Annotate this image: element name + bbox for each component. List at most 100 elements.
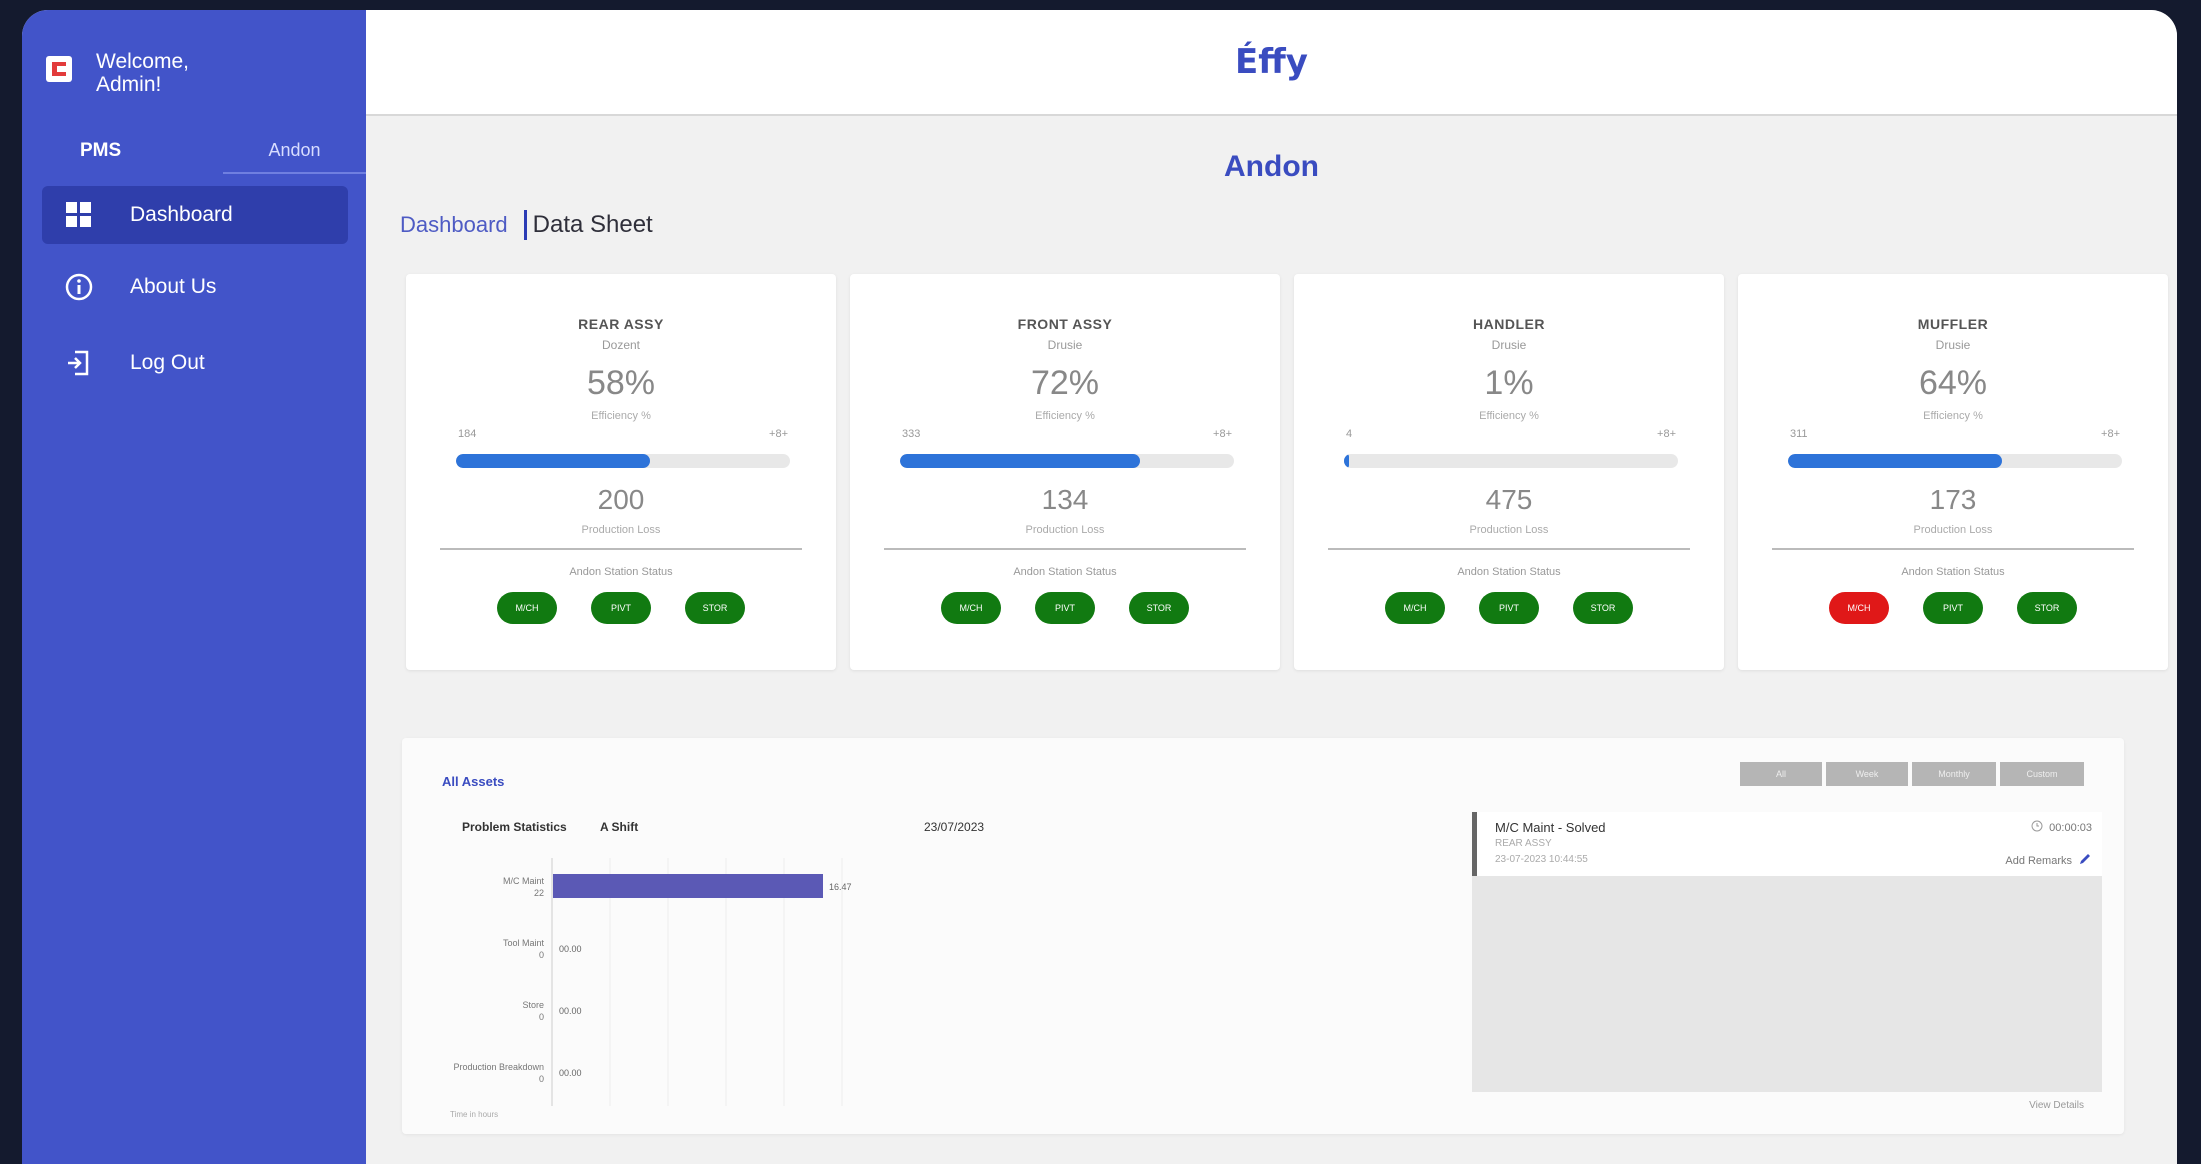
- station-card-front-assy: FRONT ASSY Drusie 72% Efficiency % 333 +…: [850, 274, 1280, 670]
- sidebar-item-log-out[interactable]: Log Out: [42, 334, 348, 392]
- tab-data-sheet[interactable]: Data Sheet: [533, 211, 653, 239]
- production-value: 475: [1485, 484, 1533, 515]
- efficiency-label: Efficiency %: [1479, 410, 1539, 422]
- category-count: 22: [534, 888, 544, 898]
- logout-icon: [64, 348, 94, 378]
- card-subtitle: Dozent: [601, 338, 641, 352]
- range-button-all[interactable]: All: [1740, 762, 1822, 786]
- efficiency-label: Efficiency %: [1035, 410, 1095, 422]
- log-entry-time: 23-07-2023 10:44:55: [1495, 854, 1588, 865]
- sidebar: Welcome, Admin! PMS Andon Dashboard Abou…: [22, 10, 366, 1164]
- progress-min: 333: [902, 428, 921, 440]
- sidebar-item-dashboard[interactable]: Dashboard: [42, 186, 348, 244]
- status-pills: M/CH PIVT STOR: [1738, 592, 2168, 624]
- tab-andon[interactable]: Andon: [223, 128, 366, 174]
- range-button-monthly[interactable]: Monthly: [1912, 762, 1996, 786]
- range-button-week[interactable]: Week: [1826, 762, 1908, 786]
- card-subtitle: Drusie: [1935, 338, 1971, 352]
- status-pill-pivt[interactable]: PIVT: [1479, 592, 1539, 624]
- status-pill-stor[interactable]: STOR: [685, 592, 745, 624]
- add-remarks-label: Add Remarks: [2005, 854, 2072, 867]
- progress-max: +8+: [2101, 428, 2120, 440]
- progress-fill: [900, 454, 1141, 468]
- station-card-muffler: MUFFLER Drusie 64% Efficiency % 311 +8+ …: [1738, 274, 2168, 670]
- category-count: 0: [539, 1012, 544, 1022]
- tab-dashboard[interactable]: Dashboard: [400, 212, 508, 238]
- tab-pms[interactable]: PMS: [40, 128, 223, 174]
- view-details-link[interactable]: View Details: [2029, 1100, 2084, 1111]
- sidebar-tabs: PMS Andon: [40, 128, 366, 174]
- status-pill-pivt[interactable]: PIVT: [591, 592, 651, 624]
- bar-value-label: 00.00: [559, 944, 582, 954]
- status-label: Andon Station Status: [1457, 566, 1561, 578]
- welcome-block: Welcome, Admin!: [46, 50, 246, 96]
- production-label: Production Loss: [1469, 524, 1549, 536]
- production-value: 200: [597, 484, 645, 515]
- progress-max: +8+: [769, 428, 788, 440]
- efficiency-progress-bar: [1344, 454, 1678, 468]
- date-label: 23/07/2023: [924, 820, 985, 834]
- status-pills: M/CH PIVT STOR: [850, 592, 1280, 624]
- bar-value-label: 16.47: [829, 882, 852, 892]
- status-pill-mch[interactable]: M/CH: [1385, 592, 1445, 624]
- category-count: 0: [539, 1074, 544, 1084]
- problem-statistics-panel: All Assets Problem Statistics A Shift 23…: [402, 738, 2124, 1134]
- range-button-custom[interactable]: Custom: [2000, 762, 2084, 786]
- station-card-rear-assy: REAR ASSY Dozent 58% Efficiency % 184 +8…: [406, 274, 836, 670]
- bar: [553, 874, 823, 898]
- card-divider: [1328, 548, 1690, 550]
- sidebar-item-label: Dashboard: [130, 203, 233, 226]
- efficiency-label: Efficiency %: [591, 410, 651, 422]
- info-icon: [64, 272, 94, 302]
- efficiency-value: 72%: [1030, 364, 1100, 402]
- status-pill-pivt[interactable]: PIVT: [1035, 592, 1095, 624]
- brand-title: Éffy: [1235, 42, 1308, 82]
- status-pill-mch[interactable]: M/CH: [1829, 592, 1889, 624]
- log-entry[interactable]: M/C Maint - Solved REAR ASSY 23-07-2023 …: [1472, 812, 2102, 876]
- sub-tabs: Dashboard Data Sheet: [400, 210, 653, 240]
- log-entry-duration: 00:00:03: [2031, 820, 2092, 835]
- bar-value-label: 00.00: [559, 1068, 582, 1078]
- bar-chart-svg: M/C Maint2216.47Tool Maint000.00Store000…: [453, 858, 852, 1106]
- card-divider: [1772, 548, 2134, 550]
- bar-value-label: 00.00: [559, 1006, 582, 1016]
- progress-fill: [1344, 454, 1349, 468]
- status-pill-stor[interactable]: STOR: [1129, 592, 1189, 624]
- efficiency-progress-bar: [456, 454, 790, 468]
- progress-fill: [456, 454, 650, 468]
- status-pill-stor[interactable]: STOR: [1573, 592, 1633, 624]
- status-pill-mch[interactable]: M/CH: [497, 592, 557, 624]
- progress-min: 184: [458, 428, 477, 440]
- progress-min: 311: [1790, 428, 1808, 440]
- status-pill-pivt[interactable]: PIVT: [1923, 592, 1983, 624]
- tab-divider: [523, 210, 527, 240]
- main-content: Andon Dashboard Data Sheet REAR ASSY Doz…: [366, 118, 2177, 1164]
- status-pills: M/CH PIVT STOR: [1294, 592, 1724, 624]
- panel-title: All Assets: [442, 774, 505, 789]
- category-count: 0: [539, 950, 544, 960]
- time-range-selector: All Week Monthly Custom: [1740, 762, 2084, 786]
- progress-max: +8+: [1213, 428, 1232, 440]
- card-subtitle: Drusie: [1491, 338, 1527, 352]
- efficiency-label: Efficiency %: [1923, 410, 1983, 422]
- chart-note: Time in hours: [450, 1110, 499, 1119]
- status-label: Andon Station Status: [1013, 566, 1117, 578]
- card-divider: [440, 548, 802, 550]
- status-pill-mch[interactable]: M/CH: [941, 592, 1001, 624]
- problem-statistics-label: Problem Statistics: [462, 820, 567, 834]
- sidebar-item-about-us[interactable]: About Us: [42, 258, 348, 316]
- production-value: 173: [1929, 484, 1977, 515]
- card-divider: [884, 548, 1246, 550]
- welcome-text: Welcome, Admin!: [96, 50, 189, 96]
- status-pill-stor[interactable]: STOR: [2017, 592, 2077, 624]
- top-header: Éffy: [366, 10, 2177, 116]
- log-entry-title: M/C Maint - Solved: [1495, 820, 1606, 835]
- add-remarks-button[interactable]: Add Remarks: [2005, 852, 2092, 869]
- card-title: FRONT ASSY: [1017, 316, 1113, 332]
- category-label: M/C Maint: [503, 876, 545, 886]
- efficiency-value: 58%: [586, 364, 656, 402]
- duration-value: 00:00:03: [2049, 821, 2092, 834]
- status-label: Andon Station Status: [569, 566, 673, 578]
- event-log-list: M/C Maint - Solved REAR ASSY 23-07-2023 …: [1472, 812, 2102, 1092]
- dashboard-icon: [64, 200, 94, 230]
